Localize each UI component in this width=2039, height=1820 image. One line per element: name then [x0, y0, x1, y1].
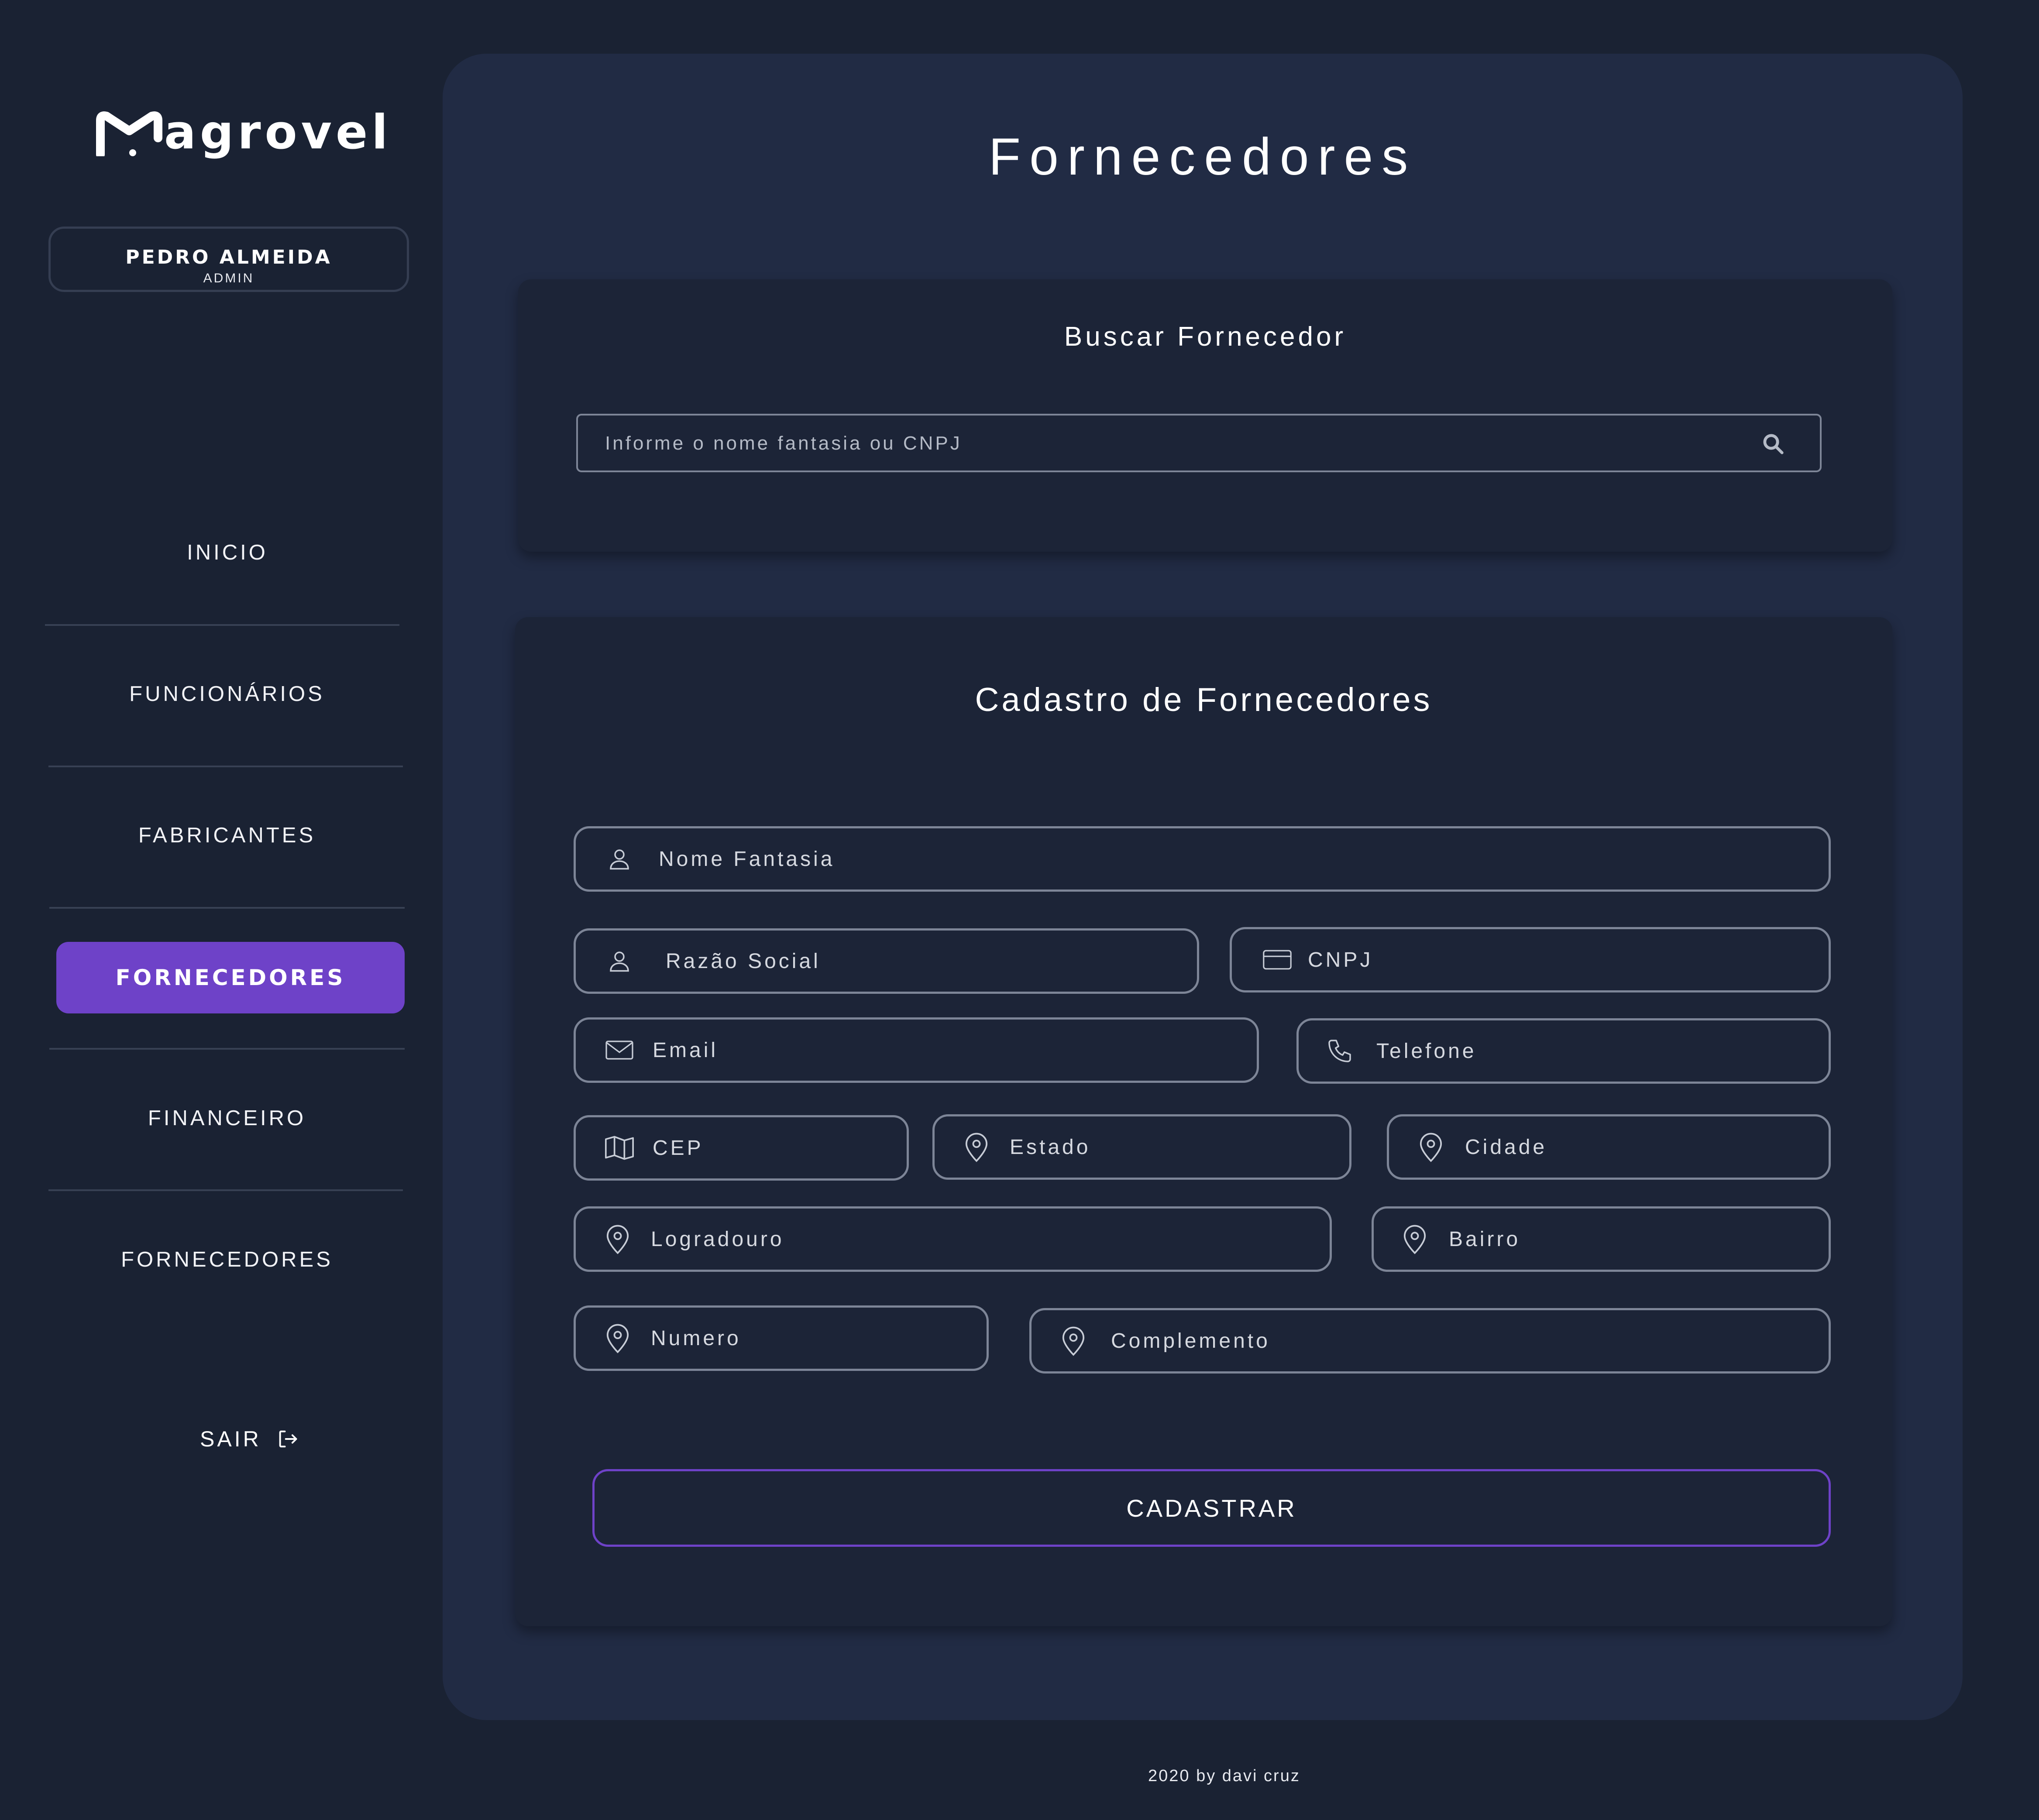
- search-input[interactable]: [604, 416, 1741, 471]
- cnpj-field: [1230, 927, 1831, 992]
- nav-divider: [48, 766, 403, 767]
- cidade-field: [1387, 1114, 1831, 1180]
- complemento-input[interactable]: [1111, 1310, 1829, 1371]
- cep-input[interactable]: [653, 1117, 924, 1178]
- cadastrar-button[interactable]: CADASTRAR: [592, 1469, 1831, 1547]
- numero-input[interactable]: [651, 1308, 987, 1369]
- user-role: ADMIN: [203, 271, 254, 285]
- logo-m-icon: [96, 111, 162, 156]
- phone-icon: [1325, 1036, 1355, 1066]
- cnpj-input[interactable]: [1308, 929, 1829, 990]
- bairro-input[interactable]: [1449, 1209, 1829, 1270]
- cidade-input[interactable]: [1465, 1116, 1829, 1178]
- location-pin-icon: [1400, 1224, 1430, 1254]
- nome-fantasia-input[interactable]: [659, 828, 1829, 889]
- search-card-title: Buscar Fornecedor: [1064, 322, 1347, 352]
- user-icon: [605, 844, 634, 874]
- logout-icon: [279, 1430, 297, 1448]
- logout-label: SAIR: [200, 1427, 261, 1451]
- telefone-input[interactable]: [1376, 1020, 1829, 1082]
- location-pin-icon: [603, 1323, 633, 1353]
- location-pin-icon: [1416, 1132, 1446, 1162]
- nome-fantasia-field: [574, 826, 1831, 892]
- mail-icon: [605, 1035, 634, 1065]
- sidebar-item-fornecedores[interactable]: FORNECEDORES: [48, 1247, 406, 1272]
- brand-name: agrovel: [164, 105, 392, 160]
- user-name: PEDRO ALMEIDA: [125, 246, 332, 268]
- page-title: Fornecedores: [988, 127, 1417, 186]
- sidebar-item-funcionarios[interactable]: FUNCIONÁRIOS: [48, 682, 406, 706]
- sidebar-item-fornecedores-active[interactable]: FORNECEDORES: [56, 942, 405, 1013]
- location-pin-icon: [603, 1224, 633, 1254]
- nav-divider: [45, 624, 399, 626]
- cep-field: [574, 1115, 924, 1181]
- nav-divider: [49, 907, 405, 909]
- brand-logo: agrovel: [96, 109, 392, 156]
- register-card-title: Cadastro de Fornecedores: [975, 681, 1433, 718]
- location-pin-icon: [962, 1132, 991, 1162]
- razao-social-field: [574, 928, 1199, 994]
- search-box: [576, 414, 1822, 472]
- nav-divider: [49, 1048, 405, 1050]
- estado-field: [932, 1114, 1351, 1180]
- email-input[interactable]: [653, 1020, 1257, 1081]
- footer-credit: 2020 by davi cruz: [1148, 1767, 1300, 1785]
- search-icon[interactable]: [1761, 432, 1785, 456]
- nav-divider: [48, 1189, 403, 1191]
- map-icon: [605, 1133, 634, 1163]
- card-icon: [1262, 945, 1292, 975]
- bairro-field: [1372, 1206, 1831, 1272]
- sidebar-item-financeiro[interactable]: FINANCEIRO: [48, 1106, 406, 1130]
- complemento-field: [1029, 1308, 1831, 1374]
- logout-button[interactable]: SAIR: [200, 1426, 299, 1452]
- user-card: PEDRO ALMEIDA ADMIN: [48, 227, 409, 292]
- telefone-field: [1296, 1018, 1831, 1084]
- location-pin-icon: [1059, 1326, 1088, 1356]
- user-icon: [605, 946, 634, 976]
- estado-input[interactable]: [1010, 1116, 1349, 1178]
- logradouro-field: [574, 1206, 1332, 1272]
- razao-social-input[interactable]: [666, 931, 1197, 992]
- sidebar-item-fabricantes[interactable]: FABRICANTES: [48, 823, 406, 848]
- logradouro-input[interactable]: [651, 1209, 1330, 1270]
- sidebar-item-inicio[interactable]: INICIO: [49, 540, 406, 565]
- numero-field: [574, 1305, 989, 1371]
- email-field: [574, 1017, 1259, 1083]
